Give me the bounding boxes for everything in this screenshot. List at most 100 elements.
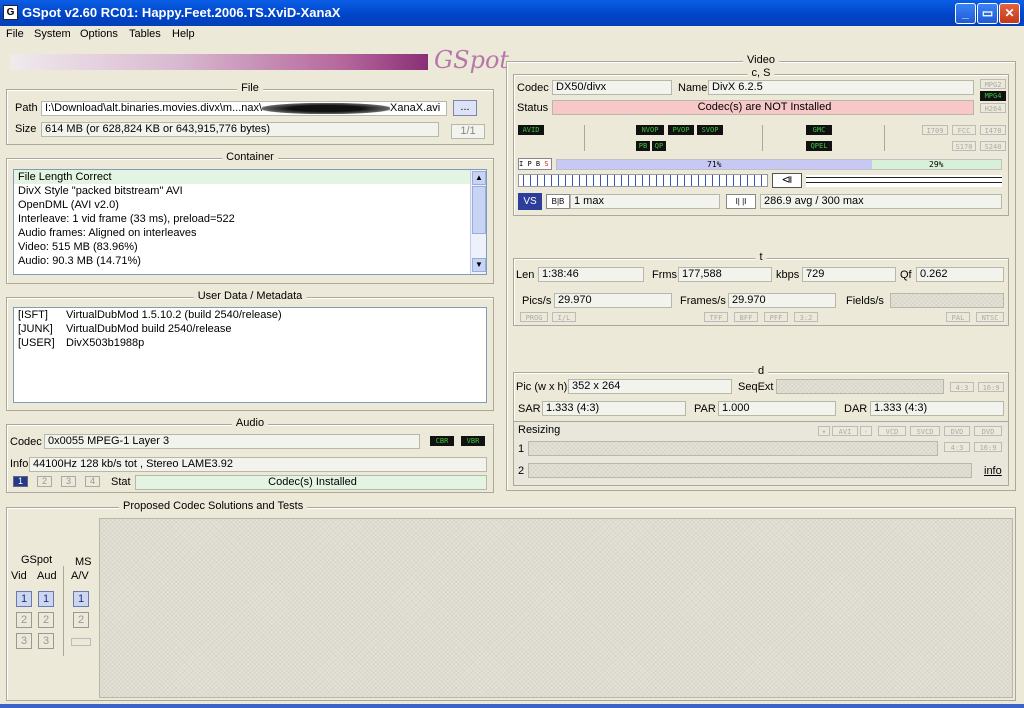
skip-icon[interactable]: ⧏ <box>772 173 802 188</box>
av-2-button[interactable]: 2 <box>73 612 89 628</box>
divx-logo-icon: VS <box>518 193 542 210</box>
scroll-down-arrow-icon[interactable]: ▼ <box>472 258 486 272</box>
aud-2-button[interactable]: 2 <box>38 612 54 628</box>
ratio-4-3-chip: 4:3 <box>950 382 974 392</box>
container-line: Audio: 90.3 MB (14.71%) <box>18 255 141 267</box>
path-label: Path <box>15 102 38 114</box>
container-scrollbar[interactable]: ▲ ▼ <box>470 170 486 274</box>
app-icon[interactable]: G <box>3 5 18 20</box>
video-status-field: Codec(s) are NOT Installed <box>552 100 974 115</box>
metadata-row: [USER] DivX503b1988p <box>18 337 145 349</box>
maximize-button[interactable]: ▭ <box>977 3 998 24</box>
kbps-field: 729 <box>802 267 896 282</box>
title-bar: G GSpot v2.60 RC01: Happy.Feet.2006.TS.X… <box>0 0 1024 26</box>
container-line: Interleave: 1 vid frame (33 ms), preload… <box>18 213 235 225</box>
proposed-divider <box>63 566 64 656</box>
frames-per-sec-field: 29.970 <box>728 293 836 308</box>
bitrate-lines <box>806 175 1002 187</box>
resize-row-2-field <box>528 463 972 478</box>
bframes-field: 1 max <box>570 194 720 209</box>
dar-field: 1.333 (4:3) <box>870 401 1004 416</box>
resize-dvd2-button[interactable]: DVD <box>974 426 1002 436</box>
pulldown-indicator: 3:2 <box>794 312 818 322</box>
i470-indicator: I470 <box>980 125 1006 135</box>
pic-size-label: Pic (w x h) <box>516 381 568 393</box>
svop-indicator: SVOP <box>697 125 723 135</box>
vid-2-button[interactable]: 2 <box>16 612 32 628</box>
container-line: OpenDML (AVI v2.0) <box>18 199 119 211</box>
menu-options[interactable]: Options <box>80 28 118 40</box>
seqext-field <box>776 379 944 394</box>
audio-stat-field: Codec(s) Installed <box>135 475 487 490</box>
menu-help[interactable]: Help <box>172 28 195 40</box>
container-listbox[interactable]: File Length Correct DivX Style "packed b… <box>13 169 487 275</box>
path-value: I:\Download\alt.binaries.movies.divx\m..… <box>45 102 263 114</box>
gmc-indicator: GMC <box>806 125 832 135</box>
frame-sequence-strip <box>518 174 768 187</box>
frms-label: Frms <box>652 269 678 281</box>
browse-button[interactable]: ... <box>453 100 477 116</box>
resizing-label: Resizing <box>518 424 561 436</box>
pff-indicator: PFF <box>764 312 788 322</box>
audio-stream-4-button[interactable]: 4 <box>85 476 100 487</box>
menu-file[interactable]: File <box>6 28 24 40</box>
qf-label: Qf <box>900 269 912 281</box>
fields-per-sec-field <box>890 293 1004 308</box>
path-field[interactable]: I:\Download\alt.binaries.movies.divx\m..… <box>41 101 447 116</box>
seqext-label: SeqExt <box>738 381 774 393</box>
metadata-group-title: User Data / Metadata <box>193 290 307 302</box>
proposed-solutions-title: Proposed Codec Solutions and Tests <box>119 500 308 512</box>
video-group: Video c, S Codec DX50/divx Name DivX 6.2… <box>506 54 1016 491</box>
vid-label: Vid <box>11 570 27 582</box>
window-bottom-border <box>0 704 1024 708</box>
sar-field: 1.333 (4:3) <box>542 401 686 416</box>
metadata-row: [JUNK] VirtualDubMod build 2540/release <box>18 323 232 335</box>
menu-tables[interactable]: Tables <box>129 28 161 40</box>
metadata-group: User Data / Metadata [ISFT] VirtualDubMod… <box>6 290 494 411</box>
avid-indicator: AVID <box>518 125 544 135</box>
ntsc-indicator: NTSC <box>976 312 1004 322</box>
audio-stream-3-button[interactable]: 3 <box>61 476 76 487</box>
av-1-button[interactable]: 1 <box>73 591 89 607</box>
cbr-indicator: CBR <box>430 436 454 446</box>
audio-stat-label: Stat <box>111 476 131 488</box>
scroll-up-arrow-icon[interactable]: ▲ <box>472 171 486 185</box>
mpg2-indicator: MPG2 <box>980 79 1006 89</box>
audio-stream-2-button[interactable]: 2 <box>37 476 52 487</box>
audio-stream-1-button[interactable]: 1 <box>13 476 28 487</box>
codec-subgroup-title: c, S <box>747 67 775 79</box>
prog-indicator: PROG <box>520 312 548 322</box>
vid-1-button[interactable]: 1 <box>16 591 32 607</box>
frames-per-sec-label: Frames/s <box>680 295 726 307</box>
resize-ratio-4-3-chip: 4:3 <box>944 442 970 452</box>
resize-dvd-button[interactable]: DVD <box>944 426 970 436</box>
resize-svcd-button[interactable]: SVCD <box>910 426 940 436</box>
aud-1-button[interactable]: 1 <box>38 591 54 607</box>
av-3-placeholder <box>71 638 91 646</box>
mpg4-indicator: MPG4 <box>980 91 1006 101</box>
iframe-icon: I| |I <box>726 194 756 209</box>
scroll-thumb[interactable] <box>472 186 486 234</box>
menu-system[interactable]: System <box>34 28 71 40</box>
container-line: DivX Style "packed bitstream" AVI <box>18 185 183 197</box>
close-button[interactable]: ✕ <box>999 3 1020 24</box>
resize-plus-button[interactable]: + <box>818 426 830 436</box>
resize-vcd-button[interactable]: VCD <box>878 426 906 436</box>
av-label: A/V <box>71 570 89 582</box>
sar-label: SAR <box>518 403 541 415</box>
aud-3-button[interactable]: 3 <box>38 633 54 649</box>
tff-indicator: TFF <box>704 312 728 322</box>
info-link[interactable]: info <box>984 465 1002 477</box>
audio-info-label: Info <box>10 458 29 470</box>
vid-3-button[interactable]: 3 <box>16 633 32 649</box>
ms-label: MS <box>75 556 92 568</box>
resize-avi-button[interactable]: AVI <box>832 426 858 436</box>
resize-ratio-16-9-chip: 16:9 <box>974 442 1002 452</box>
resize-minus-button[interactable]: - <box>860 426 872 436</box>
ratio-left-pct: 71% <box>707 160 722 169</box>
metadata-listbox[interactable]: [ISFT] VirtualDubMod 1.5.10.2 (build 2540… <box>13 307 487 403</box>
container-group-title: Container <box>222 151 278 163</box>
audio-group: Audio Codec 0x0055 MPEG-1 Layer 3 CBR VB… <box>6 417 494 493</box>
dar-label: DAR <box>844 403 868 415</box>
minimize-button[interactable]: _ <box>955 3 976 24</box>
